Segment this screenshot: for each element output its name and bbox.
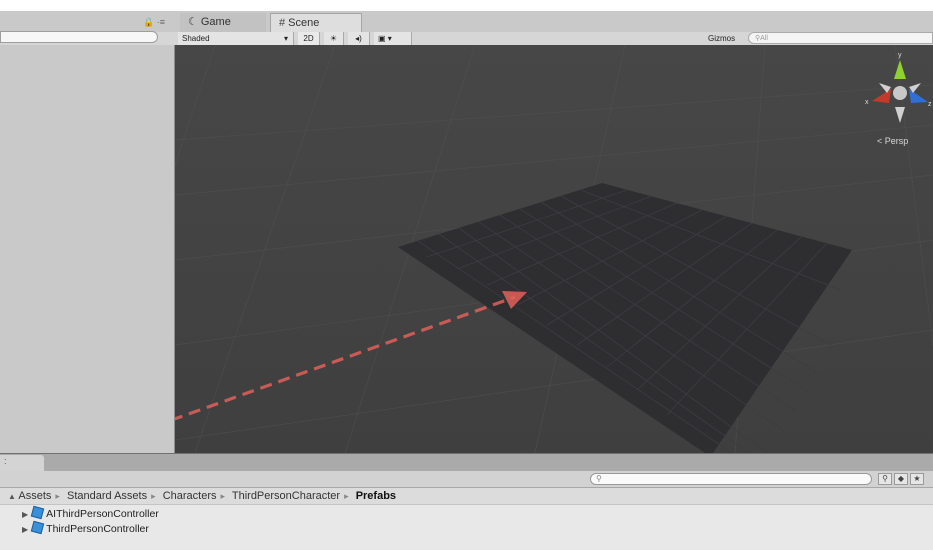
toggle-2d-button[interactable]: 2D bbox=[298, 32, 320, 45]
favorites-button[interactable]: ★ bbox=[910, 473, 924, 485]
scene-view[interactable]: y x z < Persp bbox=[175, 45, 933, 453]
z-axis-label: z bbox=[928, 101, 932, 108]
filter-by-type-button[interactable]: ⚲ bbox=[878, 473, 892, 485]
gizmos-dropdown[interactable]: Gizmos ▾ bbox=[704, 32, 744, 56]
breadcrumb-item-characters[interactable]: Characters bbox=[163, 490, 217, 502]
tab-scene-label: Scene bbox=[288, 17, 320, 29]
projection-label: Persp bbox=[885, 136, 909, 146]
asset-label: ThirdPersonController bbox=[46, 523, 149, 535]
prefab-icon bbox=[30, 505, 45, 520]
x-axis-label: x bbox=[865, 99, 869, 106]
panel-lock-icon[interactable]: 🔒 ·≡ bbox=[143, 17, 165, 28]
list-item[interactable]: ▶ AIThirdPersonController bbox=[22, 505, 159, 521]
scene-search-input[interactable]: ⚲All bbox=[748, 32, 933, 44]
breadcrumb-item-prefabs[interactable]: Prefabs bbox=[356, 490, 396, 502]
projection-toggle[interactable]: < Persp bbox=[877, 136, 908, 146]
tab-game[interactable]: ☾ Game bbox=[180, 13, 266, 32]
audio-toggle-button[interactable]: ◂) bbox=[348, 32, 370, 45]
tab-game-label: Game bbox=[200, 16, 231, 28]
hierarchy-search-input[interactable] bbox=[0, 31, 158, 43]
scene-icon: # bbox=[279, 17, 286, 29]
prefab-icon bbox=[30, 520, 45, 535]
expand-arrow-icon[interactable]: ▶ bbox=[22, 525, 28, 534]
y-axis-label: y bbox=[898, 52, 902, 59]
breadcrumb-separator-icon: ▸ bbox=[344, 491, 349, 501]
shading-mode-dropdown[interactable]: Shaded ▾ bbox=[178, 32, 294, 45]
lighting-toggle-button[interactable]: ☀ bbox=[324, 32, 344, 45]
filter-by-label-button[interactable]: ◆ bbox=[894, 473, 908, 485]
shading-mode-label: Shaded bbox=[182, 34, 210, 43]
expand-arrow-icon[interactable]: ▶ bbox=[22, 510, 28, 519]
tab-project[interactable] bbox=[0, 455, 44, 472]
effects-dropdown[interactable]: ▣ ▾ bbox=[374, 32, 412, 45]
breadcrumb-item-standard-assets[interactable]: Standard Assets bbox=[67, 490, 147, 502]
game-icon: ☾ bbox=[188, 16, 198, 28]
project-search-input[interactable]: ⚲ bbox=[590, 473, 872, 485]
gizmos-label: Gizmos bbox=[708, 34, 736, 43]
scene-search-placeholder: All bbox=[760, 35, 768, 42]
image-icon: ▣ bbox=[378, 34, 386, 43]
tab-scene[interactable]: # Scene bbox=[270, 13, 362, 32]
search-icon: ⚲ bbox=[596, 474, 602, 483]
breadcrumb-separator-icon: ▸ bbox=[151, 491, 156, 501]
hierarchy-panel[interactable] bbox=[0, 45, 175, 453]
speaker-icon: ◂) bbox=[355, 34, 362, 43]
tab-strip bbox=[0, 11, 933, 33]
breadcrumb-separator-icon: ▸ bbox=[220, 491, 226, 501]
breadcrumb-item-thirdpersoncharacter[interactable]: ThirdPersonCharacter bbox=[232, 490, 340, 502]
breadcrumb-item-assets[interactable]: Assets bbox=[18, 490, 51, 502]
project-tab-bar bbox=[0, 453, 933, 472]
breadcrumb: ▲ Assets ▸ Standard Assets ▸ Characters ▸ T… bbox=[8, 489, 396, 503]
project-asset-list[interactable]: ▶ AIThirdPersonController ▶ ThirdPersonCon… bbox=[0, 505, 933, 550]
sun-icon: ☀ bbox=[329, 34, 338, 43]
list-item[interactable]: ▶ ThirdPersonController bbox=[22, 520, 149, 536]
dropdown-arrow-icon: ▾ bbox=[283, 34, 288, 43]
panel-menu-icon[interactable]: : bbox=[4, 456, 7, 466]
collapse-arrow-icon[interactable]: ▲ bbox=[8, 492, 16, 501]
asset-label: AIThirdPersonController bbox=[46, 508, 159, 520]
breadcrumb-separator-icon: ▸ bbox=[55, 491, 60, 501]
